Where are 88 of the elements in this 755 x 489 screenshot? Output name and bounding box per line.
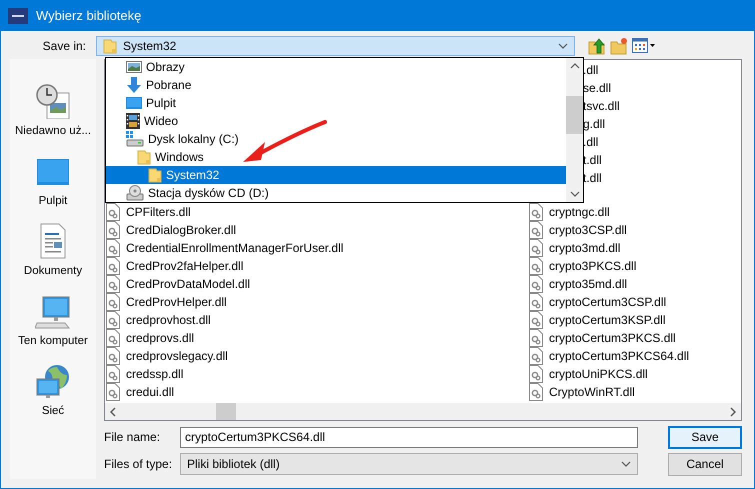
file-item[interactable]: tsvc.dll bbox=[583, 99, 620, 113]
chevron-down-icon bbox=[558, 42, 568, 50]
computer-icon bbox=[35, 295, 71, 329]
scroll-down-icon[interactable] bbox=[570, 190, 580, 198]
place-item[interactable]: Ten komputer bbox=[18, 289, 88, 347]
file-icon bbox=[529, 257, 543, 275]
menu-item[interactable]: Dysk lokalny (C:) bbox=[106, 130, 566, 148]
scroll-left-icon[interactable] bbox=[109, 406, 117, 416]
file-icon bbox=[529, 383, 543, 401]
folder-up-icon[interactable] bbox=[588, 37, 606, 55]
menu-item[interactable]: System32 bbox=[106, 166, 566, 184]
file-icon bbox=[529, 365, 543, 383]
scrollbar-thumb[interactable] bbox=[566, 96, 583, 134]
file-item[interactable]: cryptoUniPKCS.dll bbox=[529, 365, 648, 383]
file-item[interactable]: CryptoWinRT.dll bbox=[529, 383, 635, 401]
folder-icon bbox=[148, 167, 162, 183]
file-item[interactable]: cryptoCertum3KSP.dll bbox=[529, 311, 666, 329]
file-item[interactable]: CredentialEnrollmentManagerForUser.dll bbox=[106, 239, 344, 257]
file-item[interactable]: crypto3PKCS.dll bbox=[529, 257, 636, 275]
menu-item[interactable]: Stacja dysków CD (D:) bbox=[106, 184, 566, 202]
file-item[interactable]: credprovhost.dll bbox=[106, 311, 211, 329]
file-item[interactable]: t.dll bbox=[583, 171, 602, 185]
save-button[interactable]: Save bbox=[668, 426, 742, 448]
cancel-button[interactable]: Cancel bbox=[668, 452, 742, 476]
file-name-field[interactable]: cryptoCertum3PKCS64.dll bbox=[180, 426, 638, 448]
menu-item[interactable]: Wideo bbox=[106, 112, 566, 130]
menu-item[interactable]: Pulpit bbox=[106, 94, 566, 112]
file-item[interactable]: CredProvHelper.dll bbox=[106, 293, 227, 311]
picture-frame-icon bbox=[126, 60, 142, 74]
file-icon bbox=[529, 347, 543, 365]
file-item[interactable]: se.dll bbox=[583, 81, 612, 95]
file-item[interactable]: CPFilters.dll bbox=[106, 203, 191, 221]
file-name-label: File name: bbox=[104, 430, 162, 444]
place-item[interactable]: Dokumenty bbox=[24, 219, 82, 277]
menu-item[interactable]: Pobrane bbox=[106, 76, 566, 94]
file-item[interactable]: credprovslegacy.dll bbox=[106, 347, 228, 365]
desktop-icon bbox=[126, 96, 142, 110]
file-item[interactable]: .dll bbox=[583, 135, 598, 149]
file-icon bbox=[529, 221, 543, 239]
file-type-dropdown[interactable]: Pliki bibliotek (dll) bbox=[180, 453, 638, 475]
scroll-right-icon[interactable] bbox=[729, 406, 737, 416]
file-item[interactable]: CredProv2faHelper.dll bbox=[106, 257, 244, 275]
scrollbar-thumb[interactable] bbox=[216, 403, 236, 420]
globe-computer-icon bbox=[35, 363, 71, 399]
file-item[interactable]: credssp.dll bbox=[106, 365, 184, 383]
scroll-up-icon[interactable] bbox=[570, 62, 580, 70]
location-dropdown[interactable]: System32 bbox=[96, 36, 575, 56]
down-arrow-icon bbox=[126, 77, 142, 93]
folder-icon bbox=[103, 38, 117, 54]
file-item[interactable]: g.dll bbox=[583, 117, 606, 131]
file-type-label: Files of type: bbox=[104, 457, 174, 471]
window-title: Wybierz bibliotekę bbox=[36, 8, 142, 23]
folder-icon bbox=[137, 149, 151, 165]
file-icon bbox=[529, 239, 543, 257]
disc-drive-icon bbox=[126, 185, 144, 201]
file-item[interactable]: cryptoCertum3PKCS.dll bbox=[529, 329, 676, 347]
place-item[interactable]: Pulpit bbox=[35, 149, 71, 207]
film-icon bbox=[126, 113, 140, 129]
clock-document-icon bbox=[34, 83, 71, 119]
file-icon bbox=[529, 275, 543, 293]
file-item[interactable]: CredProvDataModel.dll bbox=[106, 275, 250, 293]
file-item[interactable]: .dll bbox=[583, 63, 598, 77]
file-item[interactable]: crypto3md.dll bbox=[529, 239, 620, 257]
file-icon bbox=[529, 329, 543, 347]
horizontal-scrollbar[interactable] bbox=[105, 403, 741, 420]
new-folder-icon[interactable] bbox=[610, 37, 628, 55]
file-item[interactable]: cryptngc.dll bbox=[529, 203, 610, 221]
file-icon bbox=[529, 293, 543, 311]
view-menu-icon[interactable] bbox=[632, 37, 656, 55]
file-item[interactable]: t.dll bbox=[583, 153, 602, 167]
vertical-scrollbar[interactable] bbox=[566, 58, 583, 202]
file-icon bbox=[529, 311, 543, 329]
app-icon bbox=[8, 8, 28, 24]
place-item[interactable]: Niedawno uż... bbox=[14, 79, 92, 137]
file-item[interactable]: crypto3CSP.dll bbox=[529, 221, 627, 239]
menu-item[interactable]: Windows bbox=[106, 148, 566, 166]
place-item[interactable]: Sieć bbox=[35, 359, 71, 417]
file-item[interactable]: cryptoCertum3CSP.dll bbox=[529, 293, 666, 311]
file-item[interactable]: cryptoCertum3PKCS64.dll bbox=[529, 347, 690, 365]
chevron-down-icon bbox=[621, 460, 631, 468]
file-item[interactable]: credprovs.dll bbox=[106, 329, 194, 347]
file-item[interactable]: credui.dll bbox=[106, 383, 174, 401]
save-in-label: Save in: bbox=[42, 39, 87, 53]
file-item[interactable]: crypto35md.dll bbox=[529, 275, 628, 293]
drive-icon bbox=[126, 131, 144, 147]
menu-item[interactable]: Obrazy bbox=[106, 58, 566, 76]
document-icon bbox=[38, 223, 67, 259]
file-item[interactable]: CredDialogBroker.dll bbox=[106, 221, 236, 239]
